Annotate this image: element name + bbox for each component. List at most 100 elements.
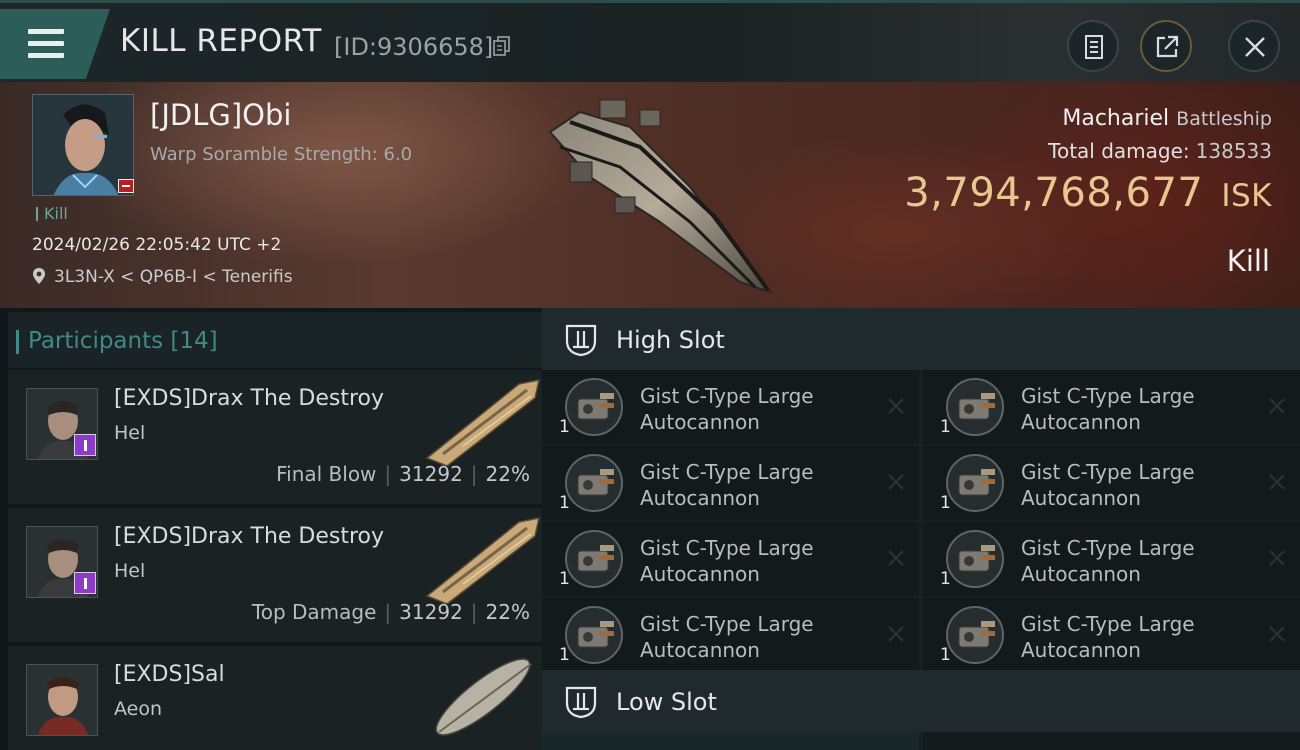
close-icon	[1245, 37, 1265, 57]
autocannon-icon	[946, 378, 1004, 436]
isk-value: 3,794,768,677 ISK	[904, 170, 1272, 216]
destroyed-x-icon	[888, 626, 904, 642]
high-slot-title: High Slot	[616, 326, 725, 354]
copy-icon[interactable]	[493, 36, 511, 56]
fitting-panel: High Slot 1 Gist C-Type Large Autocannon 1 G…	[542, 308, 1300, 750]
autocannon-icon	[946, 454, 1004, 512]
participant-damage: 31292	[399, 462, 463, 486]
participant-ship-image[interactable]	[423, 652, 541, 742]
module-quantity: 1	[559, 569, 570, 589]
victim-ship-name: Machariel	[1062, 106, 1170, 131]
victim-banner: [JDLG]Obi Warp Soramble Strength: 6.0 Ki…	[0, 82, 1300, 308]
module-item[interactable]: 1 Gist C-Type Large Autocannon	[542, 598, 919, 672]
autocannon-icon	[946, 530, 1004, 588]
victim-ship-render[interactable]	[540, 92, 785, 302]
module-name: Gist C-Type Large Autocannon	[1021, 384, 1195, 434]
module-quantity: 1	[940, 569, 951, 589]
participant-name[interactable]: [EXDS]Sal	[114, 662, 225, 687]
module-item[interactable]: 1 Gist C-Type Large Autocannon	[923, 522, 1300, 596]
kill-datetime: 2024/02/26 22:05:42 UTC +2	[32, 235, 282, 255]
destroyed-x-icon	[1269, 550, 1285, 566]
low-slot-header: Low Slot	[542, 670, 1300, 732]
low-slot-module-partial[interactable]	[542, 732, 919, 750]
module-name: Gist C-Type Large Autocannon	[640, 384, 814, 434]
participant-damage: 31292	[399, 600, 463, 624]
autocannon-icon	[946, 606, 1004, 664]
low-slot-icon	[565, 686, 597, 719]
total-damage: Total damage: 138533	[1048, 139, 1272, 163]
module-item[interactable]: 1 Gist C-Type Large Autocannon	[923, 446, 1300, 520]
participant-ship-image[interactable]	[423, 514, 541, 604]
page-title: KILL REPORT	[120, 23, 322, 59]
destroyed-x-icon	[1269, 398, 1285, 414]
module-quantity: 1	[940, 493, 951, 513]
participants-label: Participants [14]	[16, 328, 218, 354]
module-name: Gist C-Type Large Autocannon	[1021, 612, 1195, 662]
menu-button[interactable]	[0, 9, 110, 79]
participants-header: Participants [14]	[8, 312, 542, 368]
module-item[interactable]: 1 Gist C-Type Large Autocannon	[923, 370, 1300, 444]
participant-name[interactable]: [EXDS]Drax The Destroy	[114, 386, 384, 411]
isk-amount: 3,794,768,677	[904, 170, 1204, 216]
participant-stats: Top Damage | 31292 | 22%	[251, 600, 530, 624]
victim-ship[interactable]: Machariel Battleship	[1062, 106, 1272, 131]
kill-outcome: Kill	[1226, 244, 1270, 278]
location-pin-icon	[33, 268, 45, 284]
participant-name[interactable]: [EXDS]Drax The Destroy	[114, 524, 384, 549]
report-id: [ID:9306658]	[334, 33, 494, 61]
result-tag: Kill	[36, 204, 68, 223]
participant-row[interactable]: [EXDS]Sal Aeon	[8, 646, 542, 750]
destroyed-x-icon	[1269, 626, 1285, 642]
high-slot-header: High Slot	[542, 308, 1300, 370]
module-item[interactable]: 1 Gist C-Type Large Autocannon	[542, 446, 919, 520]
module-name: Gist C-Type Large Autocannon	[1021, 536, 1195, 586]
isk-unit: ISK	[1221, 178, 1272, 214]
participant-percent: 22%	[485, 600, 530, 624]
autocannon-icon	[565, 606, 623, 664]
module-name: Gist C-Type Large Autocannon	[1021, 460, 1195, 510]
participant-ship-image[interactable]	[423, 376, 541, 466]
participant-row[interactable]: [EXDS]Drax The Destroy Hel Final Blow | 31…	[8, 370, 542, 504]
low-slot-title: Low Slot	[616, 688, 717, 716]
participant-avatar[interactable]	[26, 664, 98, 736]
participants-count: [14]	[170, 328, 218, 354]
document-icon	[1085, 35, 1103, 59]
module-quantity: 1	[559, 417, 570, 437]
module-quantity: 1	[559, 493, 570, 513]
module-item[interactable]: 1 Gist C-Type Large Autocannon	[542, 370, 919, 444]
close-button[interactable]	[1228, 20, 1280, 72]
title-bar: KILL REPORT [ID:9306658]	[0, 0, 1300, 82]
autocannon-icon	[565, 454, 623, 512]
destroyed-x-icon	[888, 474, 904, 490]
module-name: Gist C-Type Large Autocannon	[640, 536, 814, 586]
document-button[interactable]	[1067, 20, 1119, 72]
module-name: Gist C-Type Large Autocannon	[640, 460, 814, 510]
module-item[interactable]: 1 Gist C-Type Large Autocannon	[542, 522, 919, 596]
autocannon-icon	[565, 378, 623, 436]
location-text: 3L3N-X < QP6B-I < Tenerifis	[54, 267, 293, 287]
victim-ship-class: Battleship	[1176, 108, 1272, 130]
kill-location[interactable]: 3L3N-X < QP6B-I < Tenerifis	[32, 267, 293, 287]
total-damage-label: Total damage:	[1048, 139, 1190, 163]
autocannon-icon	[565, 530, 623, 588]
participant-ship: Hel	[114, 422, 146, 444]
loss-badge	[118, 179, 134, 193]
victim-name[interactable]: [JDLG]Obi	[150, 98, 291, 132]
module-quantity: 1	[940, 645, 951, 665]
participant-row[interactable]: [EXDS]Drax The Destroy Hel Top Damage | 31…	[8, 508, 542, 642]
module-quantity: 1	[940, 417, 951, 437]
participant-percent: 22%	[485, 462, 530, 486]
low-slot-module-partial[interactable]	[923, 732, 1300, 750]
destroyed-x-icon	[888, 550, 904, 566]
module-name: Gist C-Type Large Autocannon	[640, 612, 814, 662]
module-item[interactable]: 1 Gist C-Type Large Autocannon	[923, 598, 1300, 672]
share-button[interactable]	[1140, 20, 1192, 72]
participants-panel: Participants [14] [EXDS]Drax The Destroy…	[0, 308, 542, 750]
module-quantity: 1	[559, 645, 570, 665]
participant-ship: Hel	[114, 560, 146, 582]
participant-role: Final Blow	[276, 462, 377, 486]
total-damage-value: 138533	[1195, 139, 1272, 163]
destroyed-x-icon	[1269, 474, 1285, 490]
corp-badge	[74, 434, 96, 456]
destroyed-x-icon	[888, 398, 904, 414]
